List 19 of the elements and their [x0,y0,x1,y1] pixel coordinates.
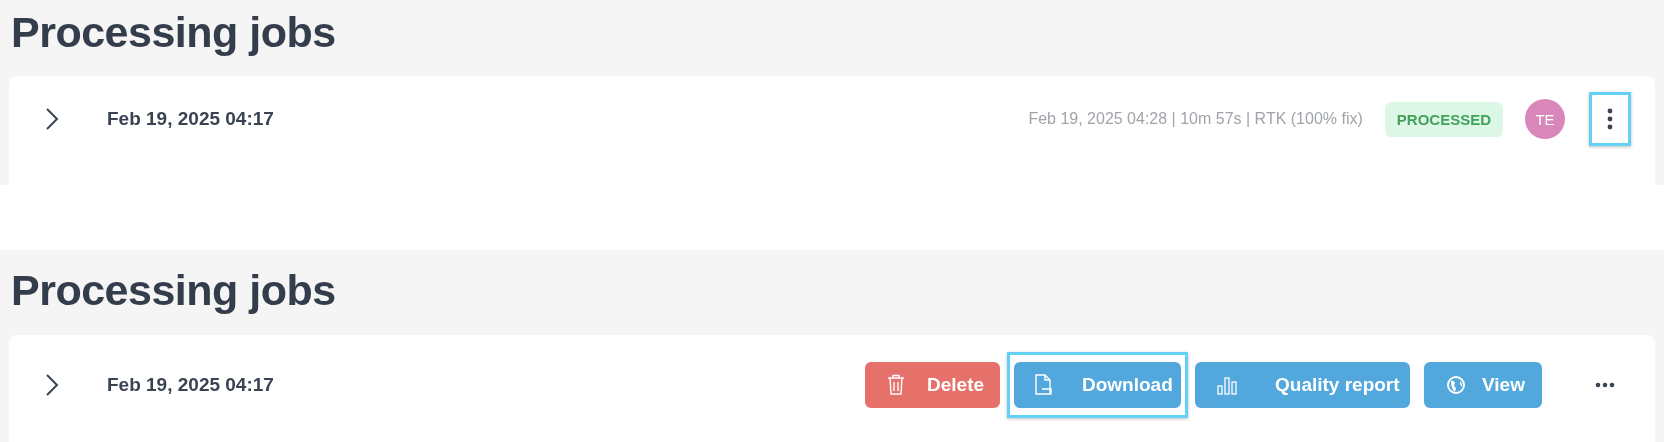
job-start-time: Feb 19, 2025 04:17 [107,374,274,396]
document-icon [1034,374,1052,396]
more-options-icon[interactable] [1607,108,1613,130]
job-start-time: Feb 19, 2025 04:17 [107,108,274,130]
page-title: Processing jobs [10,7,337,58]
user-avatar: TE [1525,99,1565,139]
chevron-icon[interactable] [45,373,59,397]
chevron-icon[interactable] [45,107,59,131]
report-button[interactable]: Quality report [1195,362,1410,408]
globe-icon [1446,375,1466,395]
delete-button[interactable]: Delete [865,362,1000,408]
trash-icon [887,374,905,396]
job-details: Feb 19, 2025 04:28 | 10m 57s | RTK (100% fix) [1028,110,1363,128]
status-badge: PROCESSED [1384,101,1503,137]
download-button[interactable]: Download [1014,362,1181,408]
view-button[interactable]: View [1424,362,1542,408]
page-title: Processing jobs [10,265,337,316]
more-options-icon[interactable] [1595,382,1615,388]
bar-chart-icon [1217,375,1239,395]
